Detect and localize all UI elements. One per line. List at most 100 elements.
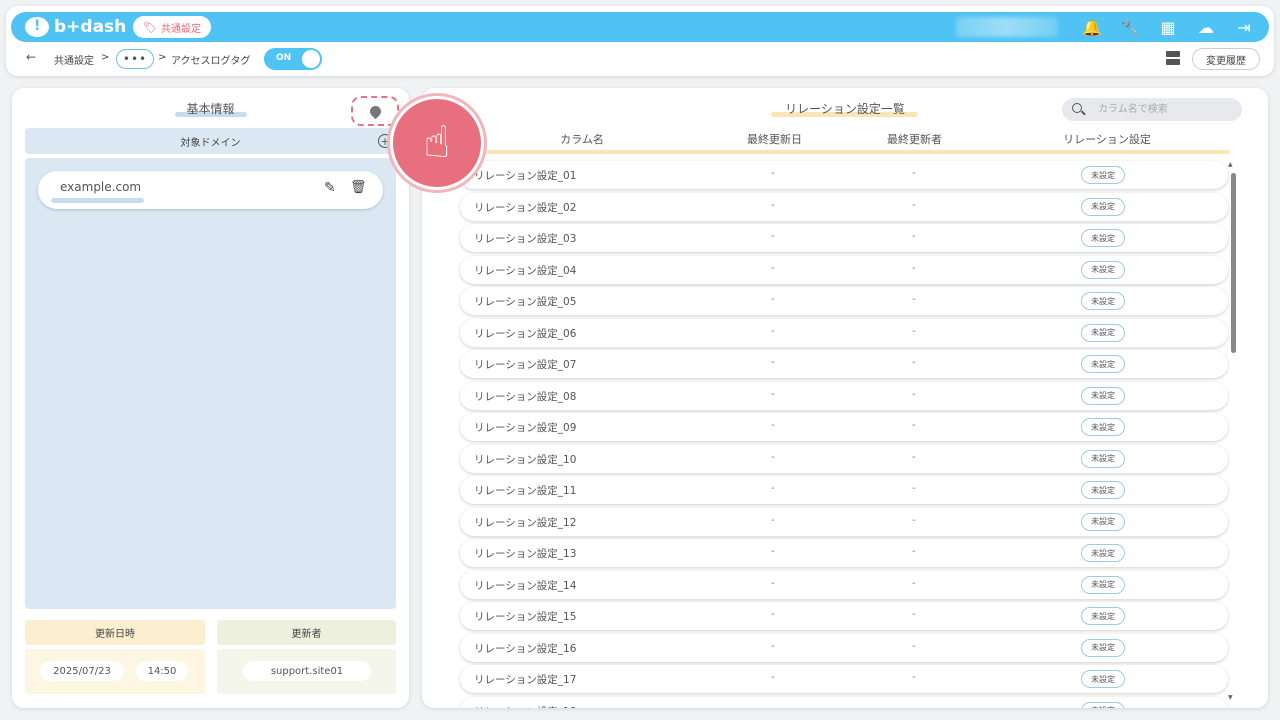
change-history-button[interactable]: 変更履歴 bbox=[1192, 48, 1260, 70]
relation-table-body: リレーション設定_01- - 未設定 リレーション設定_02- - 未設定 リレーション設定… bbox=[460, 161, 1228, 708]
column-header-updated-date: 最終更新日 bbox=[747, 133, 802, 146]
common-settings-badge[interactable]: 🏷 共通設定 bbox=[133, 16, 211, 38]
last-updated-by: - bbox=[912, 483, 916, 494]
last-updated-date: - bbox=[771, 262, 775, 274]
target-domain-header: 対象ドメイン + bbox=[25, 128, 396, 154]
bell-icon[interactable]: 🔔 bbox=[1081, 15, 1103, 39]
wrench-icon[interactable]: 🔧 bbox=[1119, 15, 1141, 39]
grid-icon[interactable]: ▦ bbox=[1157, 15, 1179, 39]
updated-at-header: 更新日時 bbox=[25, 620, 205, 645]
updated-by-header: 更新者 bbox=[217, 620, 396, 645]
column-header-name: カラム名 bbox=[560, 133, 604, 146]
column-header-relation: リレーション設定 bbox=[1063, 133, 1151, 146]
column-search-box bbox=[1062, 98, 1242, 121]
table-row[interactable]: リレーション設定_13 - - 未設定 bbox=[460, 539, 1228, 567]
toggle-knob bbox=[302, 50, 320, 68]
table-row[interactable]: リレーション設定_15 - - 未設定 bbox=[460, 602, 1228, 630]
last-updated-by: - bbox=[912, 704, 916, 709]
column-name: リレーション設定_09 bbox=[474, 422, 577, 434]
last-updated-by: - bbox=[912, 514, 916, 526]
table-row[interactable]: リレーション設定_08 - - 未設定 bbox=[460, 381, 1228, 410]
table-row[interactable]: リレーション設定_16 - - 未設定 bbox=[460, 633, 1228, 662]
user-info-blurred[interactable] bbox=[956, 17, 1058, 37]
support-icon[interactable]: ☁ bbox=[1195, 15, 1217, 39]
table-row[interactable]: リレーション設定_03 - - 未設定 bbox=[460, 224, 1228, 252]
relation-status-badge[interactable]: 未設定 bbox=[1081, 607, 1125, 625]
relation-status-badge[interactable]: 未設定 bbox=[1081, 197, 1125, 216]
last-updated-date: - bbox=[771, 609, 775, 620]
column-name: リレーション設定_03 bbox=[474, 233, 577, 245]
ip-restriction-icon[interactable] bbox=[351, 96, 399, 126]
relation-status-badge[interactable]: 未設定 bbox=[1081, 481, 1125, 499]
access-log-tag-toggle[interactable]: ON bbox=[264, 48, 322, 70]
scroll-down-icon[interactable]: ▼ bbox=[1228, 694, 1233, 701]
column-search-input[interactable] bbox=[1098, 101, 1233, 118]
updated-date: 2025/07/23 bbox=[40, 661, 124, 681]
last-updated-by: - bbox=[912, 262, 916, 274]
last-updated-date: - bbox=[771, 451, 775, 463]
search-icon bbox=[1072, 103, 1082, 113]
updated-time: 14:50 bbox=[136, 661, 188, 681]
last-updated-date: - bbox=[771, 514, 775, 526]
relation-status-badge[interactable]: 未設定 bbox=[1081, 638, 1125, 657]
relation-status-badge[interactable]: 未設定 bbox=[1081, 292, 1125, 310]
table-row[interactable]: リレーション設定_14 - - 未設定 bbox=[460, 570, 1228, 599]
header-divider bbox=[460, 150, 1230, 154]
last-updated-date: - bbox=[771, 357, 775, 368]
logo-bubble-icon bbox=[25, 17, 49, 37]
logo[interactable]: b+dash bbox=[25, 16, 126, 38]
column-name: リレーション設定_02 bbox=[474, 201, 577, 214]
table-row[interactable]: リレーション設定_09 - - 未設定 bbox=[460, 413, 1228, 441]
last-updated-by: - bbox=[912, 672, 916, 683]
back-arrow-icon[interactable]: ← bbox=[26, 50, 36, 64]
table-row[interactable]: リレーション設定_18 - - 未設定 bbox=[460, 696, 1228, 709]
table-row[interactable]: リレーション設定_10 - - 未設定 bbox=[460, 444, 1228, 473]
last-updated-date: - bbox=[771, 577, 775, 589]
edit-icon[interactable]: ✎ bbox=[324, 180, 336, 196]
last-updated-by: - bbox=[912, 294, 916, 305]
relation-status-badge[interactable]: 未設定 bbox=[1081, 386, 1125, 405]
table-row[interactable]: リレーション設定_02 - - 未設定 bbox=[460, 192, 1228, 221]
table-row[interactable]: リレーション設定_05 - - 未設定 bbox=[460, 287, 1228, 315]
last-updated-date: - bbox=[771, 640, 775, 652]
breadcrumb-common-settings[interactable]: 共通設定 bbox=[54, 52, 94, 67]
trash-icon[interactable]: 🗑 bbox=[350, 180, 367, 195]
last-updated-date: - bbox=[771, 704, 775, 709]
table-row[interactable]: リレーション設定_17 - - 未設定 bbox=[460, 665, 1228, 693]
relation-status-badge[interactable]: 未設定 bbox=[1081, 229, 1125, 247]
column-name: リレーション設定_11 bbox=[474, 485, 577, 497]
server-icon[interactable] bbox=[1166, 51, 1180, 65]
last-updated-date: - bbox=[771, 294, 775, 305]
table-row[interactable]: リレーション設定_06 - - 未設定 bbox=[460, 318, 1228, 347]
relation-status-badge[interactable]: 未設定 bbox=[1081, 575, 1125, 594]
table-row[interactable]: リレーション設定_01 - - 未設定 bbox=[460, 161, 1228, 189]
relation-status-badge[interactable]: 未設定 bbox=[1081, 701, 1125, 708]
relation-status-badge[interactable]: 未設定 bbox=[1081, 418, 1125, 436]
breadcrumb-separator: > bbox=[158, 52, 167, 63]
relation-status-badge[interactable]: 未設定 bbox=[1081, 449, 1125, 468]
table-row[interactable]: リレーション設定_07 - - 未設定 bbox=[460, 350, 1228, 378]
relation-status-badge[interactable]: 未設定 bbox=[1081, 355, 1125, 373]
relation-status-badge[interactable]: 未設定 bbox=[1081, 166, 1125, 184]
column-name: リレーション設定_08 bbox=[474, 390, 577, 403]
relation-status-badge[interactable]: 未設定 bbox=[1081, 670, 1125, 688]
scroll-up-icon[interactable]: ▲ bbox=[1228, 161, 1233, 168]
relation-status-badge[interactable]: 未設定 bbox=[1081, 323, 1125, 342]
table-row[interactable]: リレーション設定_12 - - 未設定 bbox=[460, 507, 1228, 536]
last-updated-date: - bbox=[771, 483, 775, 494]
breadcrumb-more-button[interactable]: ••• bbox=[116, 49, 154, 69]
table-row[interactable]: リレーション設定_04 - - 未設定 bbox=[460, 255, 1228, 284]
relation-status-badge[interactable]: 未設定 bbox=[1081, 544, 1125, 562]
last-updated-by: - bbox=[912, 609, 916, 620]
column-name: リレーション設定_15 bbox=[474, 611, 577, 623]
logout-icon[interactable]: ⇥ bbox=[1233, 15, 1255, 39]
last-updated-by: - bbox=[912, 420, 916, 431]
table-row[interactable]: リレーション設定_11 - - 未設定 bbox=[460, 476, 1228, 504]
relation-status-badge[interactable]: 未設定 bbox=[1081, 260, 1125, 279]
last-updated-by: - bbox=[912, 451, 916, 463]
updater-name: support.site01 bbox=[243, 661, 371, 681]
column-name: リレーション設定_04 bbox=[474, 264, 577, 277]
relation-status-badge[interactable]: 未設定 bbox=[1081, 512, 1125, 531]
last-updated-by: - bbox=[912, 325, 916, 337]
scrollbar-thumb[interactable] bbox=[1231, 173, 1236, 353]
